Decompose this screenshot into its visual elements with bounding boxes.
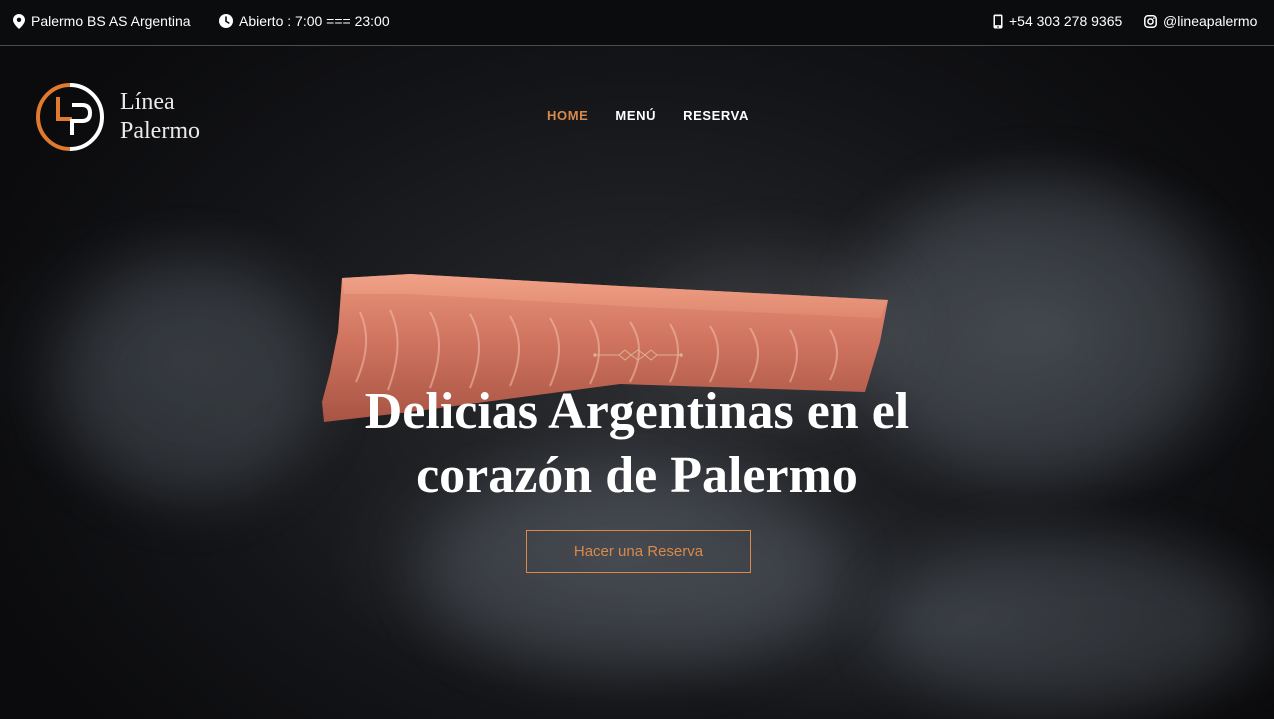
- nav-item-menu[interactable]: MENÚ: [615, 108, 656, 123]
- hours-text: Abierto : 7:00 === 23:00: [239, 13, 390, 29]
- smoke-cloud: [60, 260, 320, 500]
- site-logo[interactable]: Línea Palermo: [36, 83, 200, 151]
- nav-item-reserva[interactable]: RESERVA: [683, 108, 749, 123]
- instagram-text: @lineapalermo: [1163, 13, 1258, 29]
- smoke-cloud: [880, 540, 1260, 710]
- clock-icon: [219, 14, 233, 28]
- reserve-button[interactable]: Hacer una Reserva: [526, 530, 751, 573]
- location-pin-icon: [13, 13, 25, 29]
- instagram-icon: [1144, 14, 1157, 28]
- logo-line2: Palermo: [120, 118, 200, 144]
- phone-icon: [993, 14, 1003, 28]
- phone-text: +54 303 278 9365: [1009, 13, 1123, 29]
- phone-link[interactable]: +54 303 278 9365: [993, 13, 1122, 29]
- hours-info: Abierto : 7:00 === 23:00: [219, 13, 390, 29]
- nav-item-home[interactable]: HOME: [547, 108, 588, 123]
- ornament-divider-icon: [593, 349, 683, 361]
- instagram-link[interactable]: @lineapalermo: [1144, 13, 1257, 29]
- headline-line2: corazón de Palermo: [416, 447, 858, 504]
- logo-text: Línea Palermo: [120, 88, 200, 146]
- top-info-bar: Palermo BS AS Argentina Abierto : 7:00 =…: [0, 0, 1274, 46]
- hero-headline: Delicias Argentinas en el corazón de Pal…: [337, 380, 937, 508]
- location-info: Palermo BS AS Argentina: [13, 13, 191, 29]
- main-nav: HOME MENÚ RESERVA: [547, 108, 749, 123]
- location-text: Palermo BS AS Argentina: [31, 13, 191, 29]
- headline-line1: Delicias Argentinas en el: [364, 383, 910, 440]
- logo-line1: Línea: [120, 89, 175, 115]
- logo-mark-icon: [36, 83, 104, 151]
